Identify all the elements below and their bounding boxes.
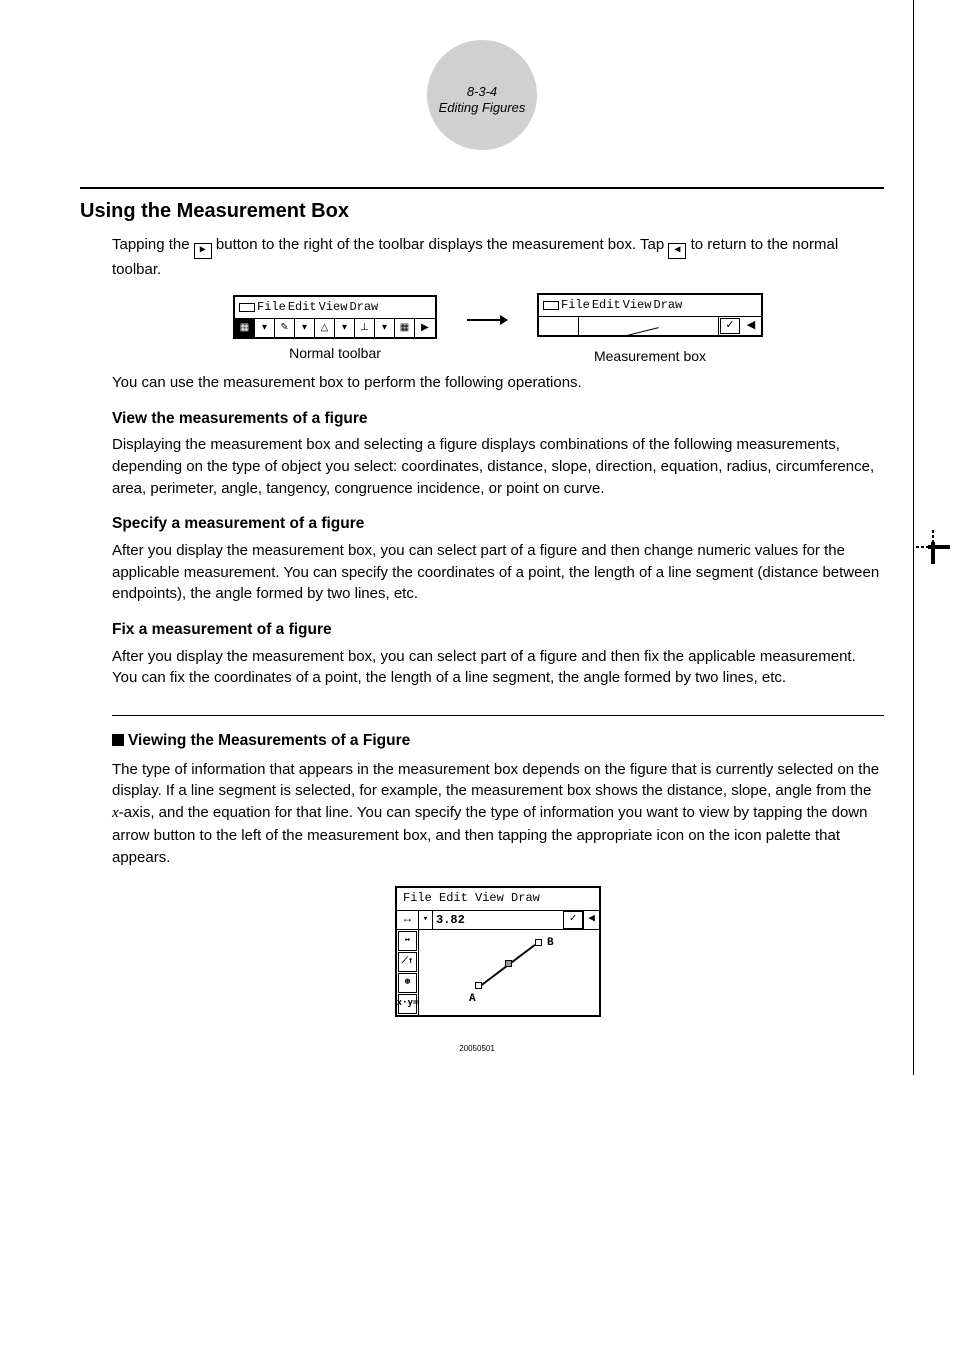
meas-value-slot	[579, 317, 719, 335]
fix-meas-body: After you display the measurement box, y…	[112, 646, 884, 690]
label-b: B	[547, 936, 554, 952]
page-right-rule	[913, 0, 914, 1075]
dd3-icon: ▾	[335, 319, 355, 337]
menu-edit: Edit	[288, 299, 317, 316]
bottom-figure: File Edit View Draw ↔ ▾ 3.82 ✓ ◀ ↔	[112, 886, 884, 1016]
measurement-box: File Edit View Draw ✓ ◀	[537, 293, 763, 337]
measurement-box-caption: Measurement box	[537, 346, 763, 366]
battery-icon-2	[543, 301, 559, 310]
scroll-left-icon: ◀	[668, 243, 686, 259]
palette-equation-icon: x·y=	[398, 994, 417, 1014]
normal-toolbar-caption: Normal toolbar	[233, 343, 437, 363]
pen-tool-icon: ✎	[275, 319, 295, 337]
viewing-xvar: x	[112, 805, 119, 821]
viewing-body: The type of information that appears in …	[112, 759, 884, 869]
menu-view: View	[319, 299, 348, 316]
menu-draw-3: Draw	[511, 891, 540, 905]
dd1-icon: ▾	[255, 319, 275, 337]
page-ref-number: 8-3-4	[467, 84, 497, 99]
intro-text-a: Tapping the	[112, 236, 194, 253]
specify-meas-title: Specify a measurement of a figure	[112, 513, 884, 535]
distance-icon: ↔	[397, 911, 419, 929]
select-tool-icon: ▦	[235, 319, 255, 337]
meas-left-arrow-icon: ◀	[741, 317, 761, 335]
check-icon: ✓	[563, 911, 583, 929]
back-arrow-icon: ◀	[583, 911, 599, 929]
dd2-icon: ▾	[295, 319, 315, 337]
menu-edit-2: Edit	[592, 297, 621, 314]
meas-icon-slot	[539, 317, 579, 335]
view-meas-body: Displaying the measurement box and selec…	[112, 434, 884, 499]
viewing-body-a: The type of information that appears in …	[112, 761, 879, 800]
specify-meas-body: After you display the measurement box, y…	[112, 540, 884, 605]
toolbar-comparison-figure: File Edit View Draw ▦ ▾ ✎ ▾ △ ▾ ⊥	[112, 293, 884, 366]
perp-tool-icon: ⊥	[355, 319, 375, 337]
page-section-name: Editing Figures	[439, 101, 526, 116]
palette-dropdown-icon: ▾	[419, 911, 433, 929]
menu-view-2: View	[623, 297, 652, 314]
page-header-badge: 8-3-4 Editing Figures	[80, 40, 884, 157]
normal-toolbar-box: File Edit View Draw ▦ ▾ ✎ ▾ △ ▾ ⊥	[233, 295, 437, 339]
scroll-right-icon: ▶	[194, 243, 212, 259]
sub-section-rule	[112, 715, 884, 716]
registration-mark-icon	[916, 530, 950, 564]
viewing-title-row: Viewing the Measurements of a Figure	[112, 730, 884, 752]
bottom-menu: File Edit View Draw	[403, 888, 540, 909]
square-bullet-icon	[112, 734, 124, 746]
meas-value: 3.82	[433, 911, 563, 929]
intro-paragraph: Tapping the ▶ button to the right of the…	[112, 234, 884, 281]
meas-check-icon: ✓	[720, 318, 740, 334]
intro-text-b: button to the right of the toolbar displ…	[216, 236, 669, 253]
right-arrow-icon: ▶	[415, 319, 435, 337]
icon-palette: ↔ ⟋↑ ⊛ x·y=	[397, 930, 419, 1015]
viewing-title: Viewing the Measurements of a Figure	[128, 732, 410, 749]
section-rule	[80, 187, 884, 189]
fix-meas-title: Fix a measurement of a figure	[112, 619, 884, 641]
geometry-canvas: A B	[419, 930, 599, 1014]
grid-tool-icon: ▦	[395, 319, 415, 337]
menu-file-2: File	[561, 297, 590, 314]
menu-draw: Draw	[349, 299, 378, 316]
transition-arrow-icon	[467, 319, 507, 321]
point-mid	[505, 960, 512, 967]
point-a	[475, 982, 482, 989]
menu-file: File	[257, 299, 286, 316]
menu-draw-2: Draw	[653, 297, 682, 314]
palette-angle-icon: ⊛	[398, 973, 417, 993]
section-title: Using the Measurement Box	[80, 197, 884, 226]
after-fig-paragraph: You can use the measurement box to perfo…	[112, 372, 884, 394]
menu-view-3: View	[475, 891, 504, 905]
label-a: A	[469, 992, 476, 1008]
palette-distance-icon: ↔	[398, 931, 417, 951]
page-footer-number: 20050501	[459, 1043, 495, 1055]
palette-slope-icon: ⟋↑	[398, 952, 417, 972]
menu-edit-3: Edit	[439, 891, 468, 905]
battery-icon	[239, 303, 255, 312]
shape-tool-icon: △	[315, 319, 335, 337]
menu-file-3: File	[403, 891, 432, 905]
point-b	[535, 939, 542, 946]
view-meas-title: View the measurements of a figure	[112, 408, 884, 430]
viewing-body-b: -axis, and the equation for that line. Y…	[112, 804, 867, 866]
dd4-icon: ▾	[375, 319, 395, 337]
